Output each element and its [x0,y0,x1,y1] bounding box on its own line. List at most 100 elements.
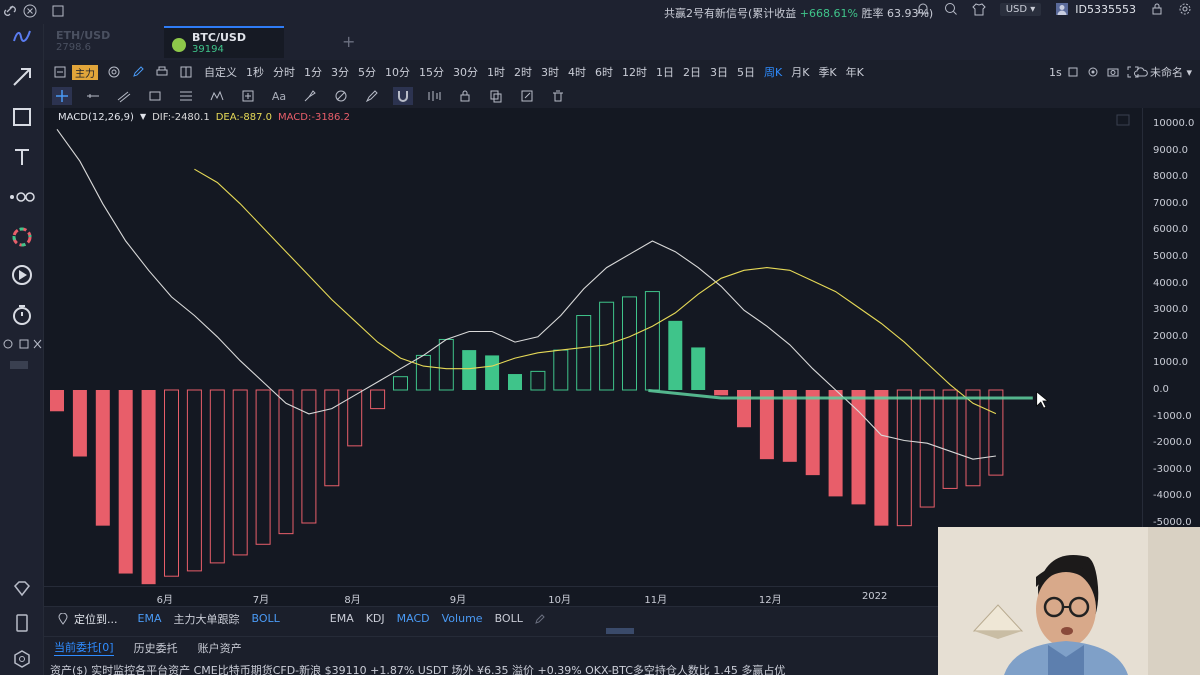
panel-toggle-icon[interactable] [54,66,66,78]
locate-button[interactable]: 定位到... [74,611,118,627]
sub-indicator-boll[interactable]: BOLL [495,612,523,625]
sub-indicator-kdj[interactable]: KDJ [366,612,385,625]
tab-btc-usd[interactable]: BTC/USD 39194 [164,26,284,58]
crosshair-icon[interactable] [52,87,72,105]
timeframe-18[interactable]: 5日 [737,64,755,80]
macd-legend-name[interactable]: MACD(12,26,9) [58,112,134,123]
eraser-icon[interactable] [331,87,351,105]
lock-icon[interactable] [455,87,475,105]
bell-icon[interactable] [916,2,930,16]
pen-icon[interactable] [362,87,382,105]
timeframe-19[interactable]: 周K [764,64,782,80]
timer-icon[interactable] [9,302,35,328]
printer-icon[interactable] [156,66,168,78]
compare-icon[interactable] [424,87,444,105]
rectangle-tool-icon[interactable] [9,104,35,130]
timeframe-2[interactable]: 分时 [273,64,295,80]
interval-label[interactable]: 1s [1049,66,1062,79]
main-chart-badge[interactable]: 主力 [72,64,98,80]
timeframe-11[interactable]: 3时 [541,64,559,80]
channel-icon[interactable] [114,87,134,105]
timeframe-14[interactable]: 12时 [622,64,647,80]
color-wheel-icon[interactable] [9,224,35,250]
timeframe-7[interactable]: 15分 [419,64,444,80]
timeframe-3[interactable]: 1分 [304,64,322,80]
cloud-icon[interactable] [1134,66,1148,78]
tab-current-orders[interactable]: 当前委托[0] [54,639,114,656]
macd-chart-pane[interactable] [44,108,1142,586]
macd-chart-svg[interactable] [44,108,1142,586]
timeframe-4[interactable]: 3分 [331,64,349,80]
mini-tools-row[interactable] [2,334,44,354]
magnet-icon[interactable] [393,87,413,105]
external-window-icon[interactable] [50,3,66,19]
add-tab-button[interactable]: + [342,32,355,51]
curve-tool-icon[interactable] [9,24,35,50]
play-icon[interactable] [9,262,35,288]
timeframe-12[interactable]: 4时 [568,64,586,80]
tab-eth-usd[interactable]: ETH/USD 2798.6 [48,26,118,58]
shirt-icon[interactable] [971,2,986,16]
pattern-icon[interactable] [207,87,227,105]
timeframe-22[interactable]: 年K [846,64,864,80]
timeframe-5[interactable]: 5分 [358,64,376,80]
measure-icon[interactable] [238,87,258,105]
timeframe-10[interactable]: 2时 [514,64,532,80]
bookmark-icon[interactable] [1067,66,1079,78]
tab-order-history[interactable]: 历史委托 [134,640,178,656]
brush-icon[interactable] [300,87,320,105]
timeframe-16[interactable]: 2日 [683,64,701,80]
timeframe-15[interactable]: 1日 [656,64,674,80]
layout-name-select[interactable]: 未命名 ▾ [1150,64,1192,80]
gear-icon[interactable] [9,646,35,672]
sub-indicator-macd[interactable]: MACD [397,612,430,625]
tab-account-assets[interactable]: 账户资产 [198,640,242,656]
timeframe-21[interactable]: 季K [818,64,836,80]
currency-select[interactable]: USD ▾ [999,2,1042,16]
sub-indicator-volume[interactable]: Volume [442,612,483,625]
legend-dropdown-icon[interactable]: ▼ [140,112,146,123]
timeframe-13[interactable]: 6时 [595,64,613,80]
avatar[interactable] [1055,2,1069,16]
timeframe-1[interactable]: 1秒 [246,64,264,80]
signal-notice[interactable]: 共赢2号有新信号(累计收益 +668.61% 胜率 63.93%) [664,5,933,21]
copy-icon[interactable] [486,87,506,105]
y-axis[interactable]: 10000.0 9000.0 8000.0 7000.0 6000.0 5000.0 400… [1142,108,1200,586]
rect-icon[interactable] [145,87,165,105]
timeframe-17[interactable]: 3日 [710,64,728,80]
camera-icon[interactable] [1107,66,1119,78]
close-icon[interactable] [22,3,38,19]
timeframe-9[interactable]: 1时 [487,64,505,80]
layers-icon[interactable] [6,358,32,372]
main-indicator-boll[interactable]: BOLL [251,612,279,625]
arrow-tool-icon[interactable] [9,64,35,90]
timeframe-8[interactable]: 30分 [453,64,478,80]
edit-indicators-icon[interactable] [535,613,545,624]
pencil-icon[interactable] [132,66,144,78]
trash-icon[interactable] [548,87,568,105]
link-icon[interactable] [2,3,18,19]
text-tool-icon[interactable] [9,144,35,170]
phone-icon[interactable] [9,610,35,636]
sub-indicator-ema[interactable]: EMA [330,612,354,625]
timeframe-6[interactable]: 10分 [385,64,410,80]
settings-icon[interactable] [1178,2,1192,16]
text-icon[interactable]: Aa [269,87,289,105]
main-indicator-whale[interactable]: 主力大单跟踪 [173,611,239,627]
edit-icon[interactable] [517,87,537,105]
diamond-icon[interactable] [9,576,35,602]
search-icon[interactable] [944,2,958,16]
line-icon[interactable] [83,87,103,105]
panel-resize-handle[interactable] [606,628,634,634]
expand-pane-icon[interactable] [1116,114,1130,126]
chart-settings-icon[interactable] [1087,66,1099,78]
location-pin-icon[interactable] [58,612,68,625]
layout-icon[interactable] [180,66,192,78]
node-tool-icon[interactable] [9,184,35,210]
timeframe-0[interactable]: 自定义 [204,64,237,80]
timeframe-20[interactable]: 月K [791,64,809,80]
fib-icon[interactable] [176,87,196,105]
main-indicator-ema[interactable]: EMA [138,612,162,625]
target-icon[interactable] [108,66,120,78]
lock-icon[interactable] [1150,2,1164,16]
